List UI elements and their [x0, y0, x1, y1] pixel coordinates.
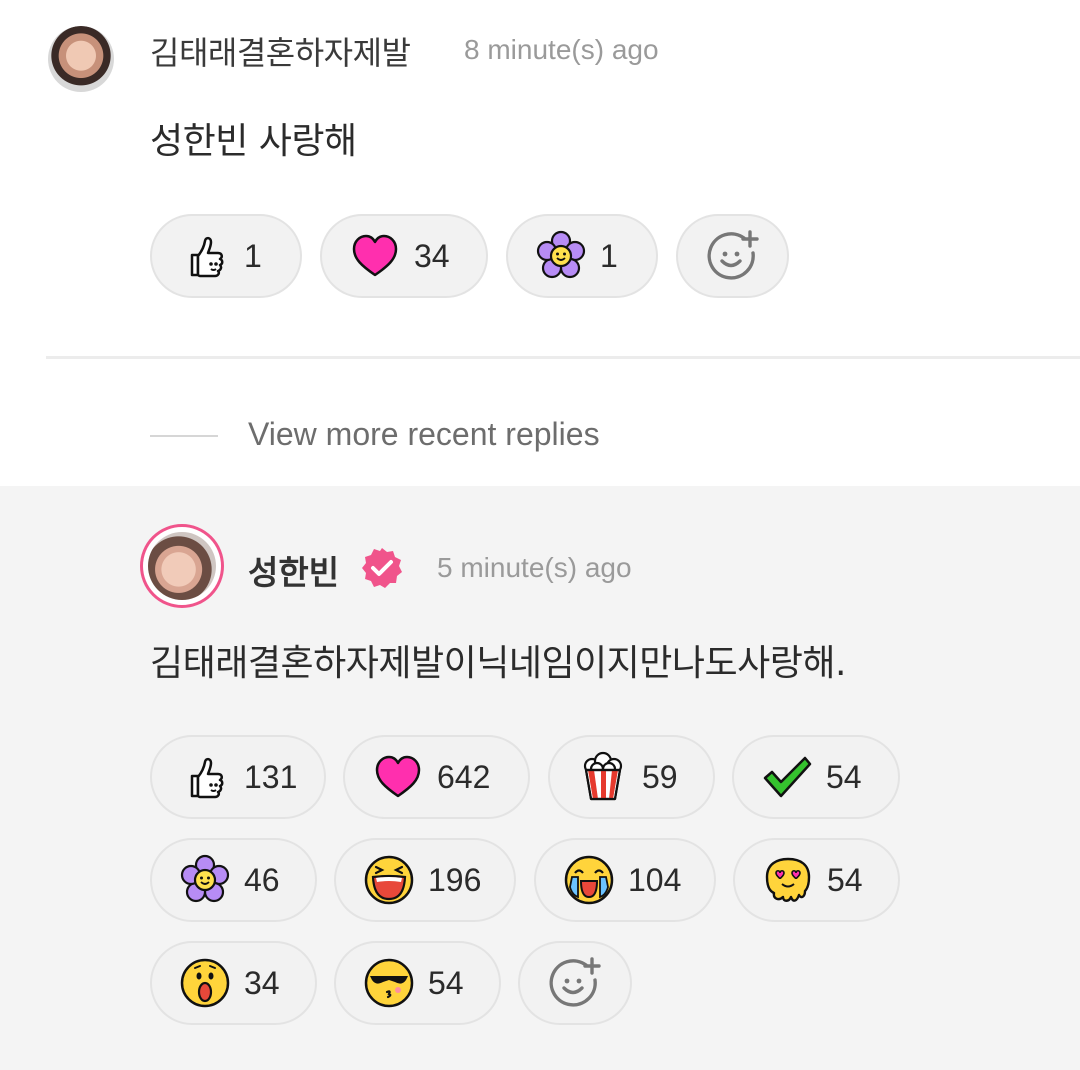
- thumbs-up-icon: [178, 229, 232, 283]
- reaction-count: 54: [826, 758, 862, 795]
- reaction-heart[interactable]: 34: [320, 214, 488, 298]
- heart-icon: [348, 229, 402, 283]
- reaction-surprised[interactable]: 34: [150, 941, 317, 1025]
- view-more-line: [150, 435, 218, 437]
- artist-avatar[interactable]: [148, 532, 216, 600]
- reaction-melting[interactable]: 54: [733, 838, 900, 922]
- purple-flower-icon: [534, 229, 588, 283]
- surprised-face-icon: [178, 956, 232, 1010]
- verified-badge-icon: [360, 546, 404, 590]
- reaction-count: 54: [827, 861, 863, 898]
- laughing-face-icon: [362, 853, 416, 907]
- reaction-count: 34: [414, 237, 450, 274]
- sunglasses-kiss-icon: [362, 956, 416, 1010]
- reaction-count: 46: [244, 861, 280, 898]
- reaction-flower[interactable]: 1: [506, 214, 658, 298]
- reaction-popcorn[interactable]: 59: [548, 735, 715, 819]
- reaction-thumbs-up[interactable]: 131: [150, 735, 326, 819]
- crying-face-icon: [562, 853, 616, 907]
- view-more-replies-link[interactable]: View more recent replies: [248, 416, 600, 453]
- comment-text: 성한빈 사랑해: [150, 121, 357, 162]
- reply-timestamp: 5 minute(s) ago: [437, 552, 632, 583]
- reaction-count: 642: [437, 758, 491, 795]
- artist-username[interactable]: 성한빈: [248, 546, 339, 594]
- commenter-avatar[interactable]: [48, 26, 114, 92]
- heart-icon: [371, 750, 425, 804]
- add-emoji-icon: [706, 229, 760, 283]
- purple-flower-icon: [178, 853, 232, 907]
- reaction-flower[interactable]: 46: [150, 838, 317, 922]
- reaction-count: 1: [600, 237, 618, 274]
- reaction-cool-kiss[interactable]: 54: [334, 941, 501, 1025]
- thumbs-up-icon: [178, 750, 232, 804]
- reaction-count: 34: [244, 964, 280, 1001]
- reaction-count: 54: [428, 964, 464, 1001]
- reaction-count: 196: [428, 861, 482, 898]
- reaction-count: 1: [244, 237, 262, 274]
- check-icon: [760, 750, 814, 804]
- reaction-count: 104: [628, 861, 682, 898]
- add-emoji-icon: [548, 956, 602, 1010]
- commenter-username[interactable]: 김태래결혼하자제발: [150, 28, 411, 74]
- add-reaction-button[interactable]: [676, 214, 789, 298]
- popcorn-icon: [576, 750, 630, 804]
- melting-heart-eyes-icon: [761, 853, 815, 907]
- divider: [46, 356, 1080, 359]
- reaction-crying[interactable]: 104: [534, 838, 716, 922]
- add-reaction-button[interactable]: [518, 941, 632, 1025]
- reaction-heart[interactable]: 642: [343, 735, 530, 819]
- reaction-check[interactable]: 54: [732, 735, 900, 819]
- reaction-thumbs-up[interactable]: 1: [150, 214, 302, 298]
- reaction-count: 59: [642, 758, 678, 795]
- reaction-count: 131: [244, 758, 298, 795]
- reaction-laughing[interactable]: 196: [334, 838, 516, 922]
- reply-text: 김태래결혼하자제발이닉네임이지만나도사랑해.: [150, 643, 846, 684]
- comment-timestamp: 8 minute(s) ago: [464, 34, 659, 65]
